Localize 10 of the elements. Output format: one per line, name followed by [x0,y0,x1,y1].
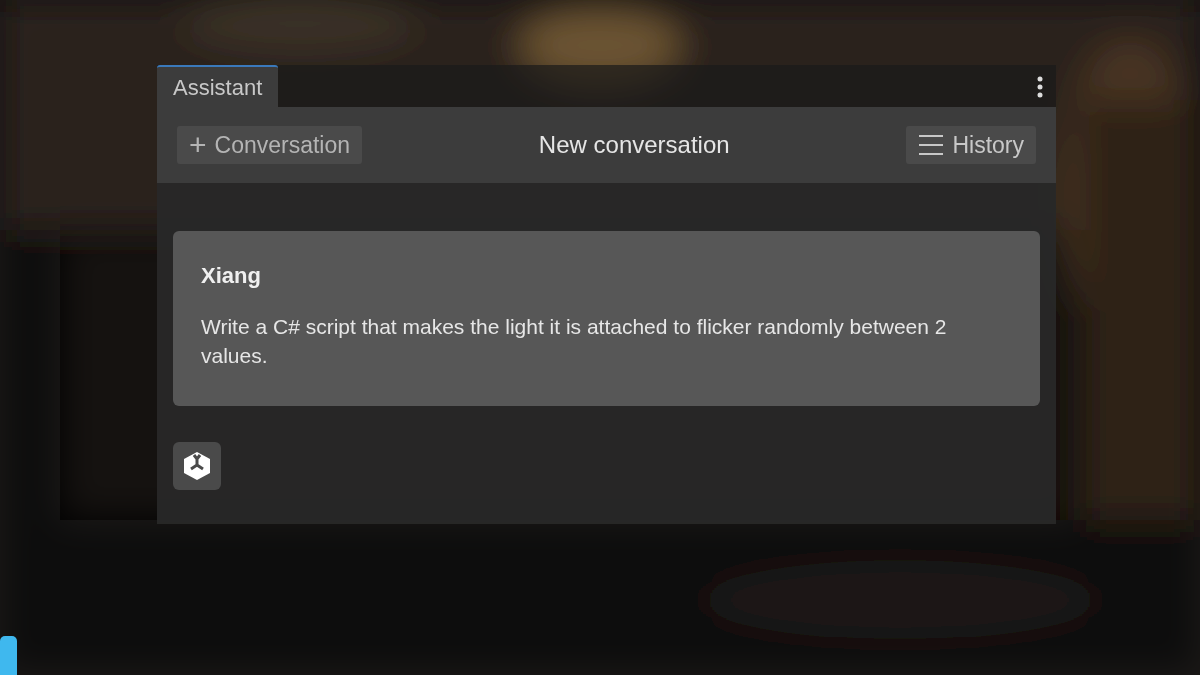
menu-icon [918,134,945,156]
history-button[interactable]: History [906,126,1036,164]
plus-icon: + [189,130,207,160]
new-conversation-button[interactable]: + Conversation [177,126,363,164]
more-options-icon[interactable] [1037,76,1043,98]
message-author: Xiang [201,262,262,290]
panel-tab[interactable]: Assistant [157,65,279,107]
conversation-title: New conversation [538,130,730,160]
message-text: Write a C# script that makes the light it is attached to flicker randomly between 2 values. [201,314,948,369]
cube-icon [182,450,212,482]
